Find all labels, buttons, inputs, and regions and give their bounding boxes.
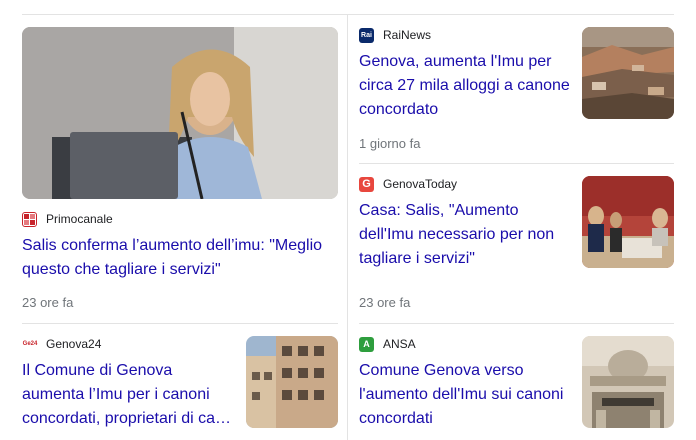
article-headline-link[interactable]: Comune Genova verso l'aumento dell'Imu s…: [359, 359, 574, 431]
row-divider: [359, 163, 674, 164]
article-headline-link[interactable]: Salis conferma l’aumento dell’imu: "Megl…: [22, 234, 338, 282]
source-row: G GenovaToday: [359, 176, 457, 192]
source-row: Ge24 Genova24: [22, 336, 101, 352]
article-headline-link[interactable]: Genova, aumenta l'Imu per circa 27 mila …: [359, 50, 574, 122]
genova24-logo-icon: Ge24: [22, 336, 38, 352]
article-thumbnail[interactable]: [246, 336, 338, 428]
genovatoday-logo-icon: G: [359, 176, 374, 192]
article-headline-link[interactable]: Casa: Salis, "Aumento dell'Imu necessari…: [359, 199, 574, 271]
article-time: 23 ore fa: [359, 295, 411, 310]
article-time: 23 ore fa: [22, 295, 74, 310]
source-row: Primocanale: [22, 211, 113, 227]
source-row: Rai RaiNews: [359, 27, 431, 43]
ansa-logo-icon: A: [359, 336, 374, 352]
article-thumbnail[interactable]: [582, 27, 674, 119]
article-time: 1 giorno fa: [359, 136, 421, 151]
top-divider: [22, 14, 674, 15]
article-thumbnail[interactable]: [582, 176, 674, 268]
article-headline-link[interactable]: Il Comune di Genova aumenta l’Imu per i …: [22, 359, 237, 431]
column-divider: [347, 14, 348, 440]
source-name: Primocanale: [46, 212, 113, 226]
primocanale-logo-icon: [22, 211, 37, 227]
row-divider: [22, 323, 338, 324]
source-name: RaiNews: [383, 28, 432, 42]
source-name: GenovaToday: [383, 177, 458, 191]
row-divider: [359, 323, 674, 324]
article-thumbnail[interactable]: [22, 27, 338, 199]
source-name: ANSA: [383, 337, 416, 351]
source-row: A ANSA: [359, 336, 416, 352]
rainews-logo-icon: Rai: [359, 27, 374, 43]
source-name: Genova24: [46, 337, 102, 351]
article-thumbnail[interactable]: [582, 336, 674, 428]
